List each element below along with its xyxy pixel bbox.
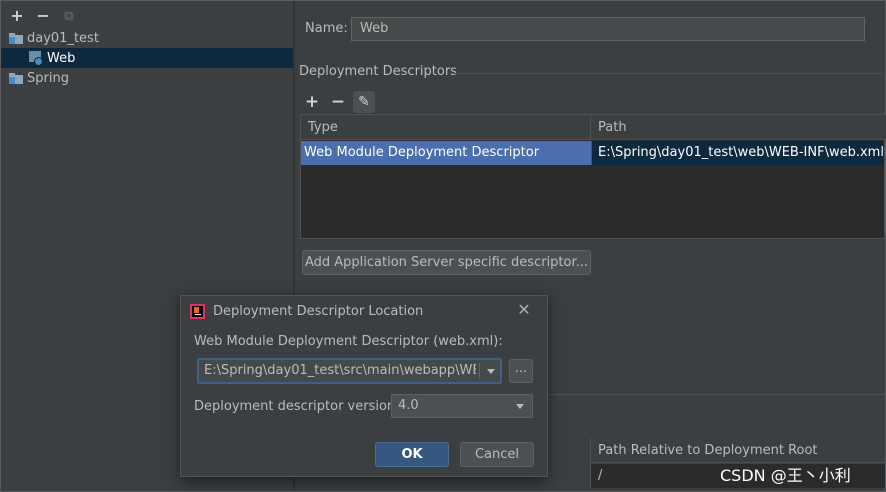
name-label: Name: xyxy=(305,21,348,36)
column-header-type[interactable]: Type xyxy=(301,115,591,140)
descriptor-path-value[interactable]: E:\Spring\day01_test\src\main\webapp\WEB… xyxy=(204,360,476,382)
remove-icon[interactable]: − xyxy=(35,8,51,24)
chevron-down-icon[interactable] xyxy=(487,369,495,374)
table-cell-path[interactable]: E:\Spring\day01_test\web\WEB-INF\web.xml xyxy=(591,141,884,165)
tree-item-label: Web xyxy=(47,50,76,66)
descriptor-path-combobox[interactable]: E:\Spring\day01_test\src\main\webapp\WEB… xyxy=(197,358,502,384)
dialog-title: Deployment Descriptor Location xyxy=(213,304,424,319)
column-header-path[interactable]: Path xyxy=(591,115,886,140)
tree-item-web[interactable]: Web xyxy=(1,48,293,68)
version-select[interactable]: 4.0 xyxy=(391,394,533,418)
table-cell-type[interactable]: Web Module Deployment Descriptor xyxy=(301,141,591,165)
column-header-path-relative[interactable]: Path Relative to Deployment Root xyxy=(590,438,885,463)
intellij-app-icon xyxy=(190,304,205,319)
descriptor-path-label: Web Module Deployment Descriptor (web.xm… xyxy=(194,334,503,349)
chevron-down-icon[interactable] xyxy=(516,404,524,409)
ok-button[interactable]: OK xyxy=(375,442,449,467)
add-icon[interactable]: + xyxy=(9,8,25,24)
version-value: 4.0 xyxy=(398,398,419,413)
add-server-descriptor-button[interactable]: Add Application Server specific descript… xyxy=(302,250,591,275)
section-title: Deployment Descriptors xyxy=(299,64,457,79)
browse-button[interactable]: ... xyxy=(509,359,533,383)
close-icon[interactable]: ✕ xyxy=(516,302,532,318)
tree-item-label: Spring xyxy=(27,70,69,86)
deployment-descriptor-dialog: Deployment Descriptor Location ✕ Web Mod… xyxy=(180,295,548,477)
tree-item-day01-test[interactable]: day01_test xyxy=(1,28,293,48)
descriptor-table: Type Path Web Module Deployment Descript… xyxy=(300,114,886,239)
name-field[interactable]: Web xyxy=(351,17,865,41)
tree-toolbar: + − ⧉ xyxy=(9,6,77,26)
tree-item-label: day01_test xyxy=(27,30,99,46)
module-folder-icon xyxy=(9,72,23,84)
copy-icon[interactable]: ⧉ xyxy=(61,8,77,24)
tree-item-spring[interactable]: Spring xyxy=(1,68,293,88)
web-facet-icon xyxy=(29,51,43,66)
version-label: Deployment descriptor version xyxy=(194,399,396,414)
remove-descriptor-icon[interactable]: − xyxy=(327,91,349,113)
section-divider xyxy=(452,73,882,74)
descriptor-toolbar: + − ✎ xyxy=(301,90,375,114)
module-folder-icon xyxy=(9,32,23,44)
add-descriptor-icon[interactable]: + xyxy=(301,91,323,113)
watermark: CSDN @王丶小利 xyxy=(720,466,851,485)
edit-descriptor-icon[interactable]: ✎ xyxy=(353,91,375,113)
combobox-separator xyxy=(479,363,480,379)
cancel-button[interactable]: Cancel xyxy=(460,442,534,467)
